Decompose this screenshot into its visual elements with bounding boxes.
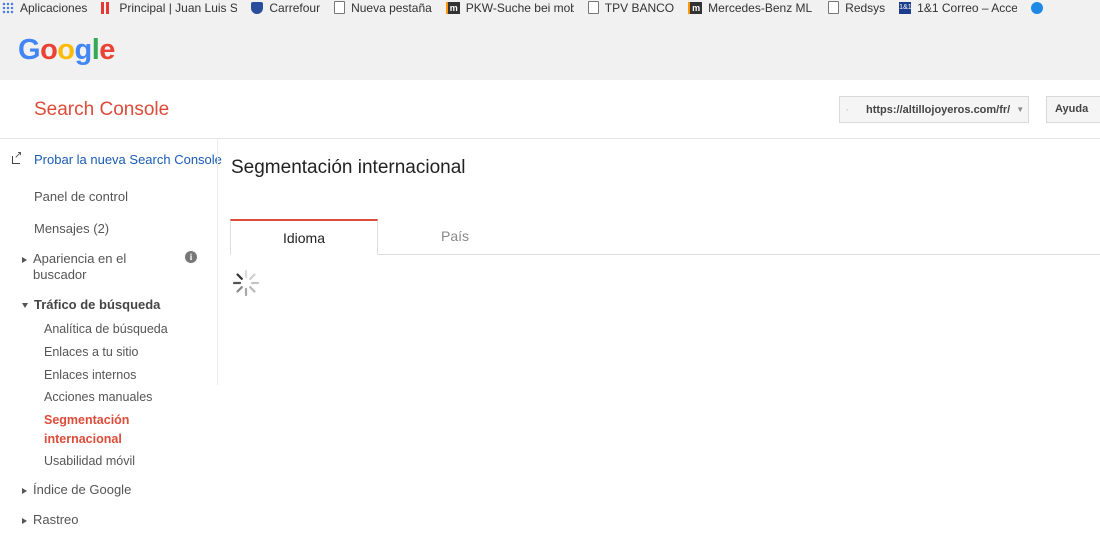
page-title: Segmentación internacional xyxy=(231,157,466,178)
bookmark-tpv-banco[interactable]: TPV BANCO xyxy=(587,1,674,15)
site-favicon-icon: · xyxy=(846,104,849,115)
sidebar-item-google-index[interactable]: Índice de Google xyxy=(22,482,131,497)
info-icon[interactable]: i xyxy=(185,251,197,263)
property-url: https://altillojoyeros.com/fr/ xyxy=(866,103,1011,116)
sidebar: Probar la nueva Search Console Panel de … xyxy=(0,139,222,535)
sidebar-item-search-analytics[interactable]: Analítica de búsqueda xyxy=(44,322,168,336)
search-console-title[interactable]: Search Console xyxy=(34,99,169,121)
juan-luis-favicon-icon xyxy=(101,1,114,14)
sidebar-item-internal-links[interactable]: Enlaces internos xyxy=(44,368,136,382)
tab-country[interactable]: País xyxy=(381,219,529,253)
sidebar-item-dashboard[interactable]: Panel de control xyxy=(34,189,128,204)
expand-arrow-icon xyxy=(22,487,27,494)
sidebar-item-manual-actions[interactable]: Acciones manuales xyxy=(44,390,152,404)
sidebar-item-international-targeting[interactable]: Segmentación internacional xyxy=(44,411,129,449)
sidebar-item-mobile-usability[interactable]: Usabilidad móvil xyxy=(44,454,135,468)
sidebar-divider xyxy=(217,139,218,385)
sidebar-item-search-appearance[interactable]: Apariencia en el buscador xyxy=(22,251,126,283)
bookmarks-bar: Aplicaciones Principal | Juan Luis S Car… xyxy=(0,0,1100,15)
mobile-de-icon: m xyxy=(445,1,460,14)
tab-language[interactable]: Idioma xyxy=(230,219,378,255)
help-button[interactable]: Ayuda xyxy=(1046,96,1100,123)
mobile-de-icon: m xyxy=(688,1,703,14)
page-icon xyxy=(587,1,599,14)
apps-grid-icon xyxy=(2,1,14,14)
page-icon xyxy=(334,1,346,14)
sidebar-item-messages[interactable]: Mensajes (2) xyxy=(34,221,109,236)
bookmark-redsys[interactable]: Redsys xyxy=(828,1,885,15)
expand-arrow-icon xyxy=(22,256,27,263)
bookmark-apps[interactable]: Aplicaciones xyxy=(2,1,87,15)
bookmark-new-tab[interactable]: Nueva pestaña xyxy=(334,1,432,15)
loading-spinner-icon xyxy=(232,269,260,297)
try-new-search-console-link[interactable]: Probar la nueva Search Console xyxy=(12,150,222,167)
collapse-arrow-icon xyxy=(22,303,28,309)
sidebar-item-links-to-site[interactable]: Enlaces a tu sitio xyxy=(44,345,139,359)
expand-arrow-icon xyxy=(22,517,27,524)
bookmark-carrefour[interactable]: Carrefour xyxy=(251,1,320,15)
bookmark-globe[interactable] xyxy=(1031,1,1049,14)
sidebar-item-search-traffic[interactable]: Tráfico de búsqueda xyxy=(22,297,160,312)
carrefour-shield-icon xyxy=(251,1,264,14)
sidebar-item-crawl[interactable]: Rastreo xyxy=(22,512,79,527)
bookmark-mercedes[interactable]: m Mercedes-Benz ML 2 xyxy=(688,1,814,15)
google-logo[interactable]: Google xyxy=(18,34,115,67)
chevron-down-icon: ▼ xyxy=(1016,105,1025,114)
search-console-bar: Search Console · https://altillojoyeros.… xyxy=(0,80,1100,139)
page-icon xyxy=(828,1,840,14)
bookmark-pkw-suche[interactable]: m PKW-Suche bei mob xyxy=(445,1,574,15)
globe-icon xyxy=(1031,1,1044,14)
google-header: Google xyxy=(0,15,1100,80)
1and1-icon: 1&1 xyxy=(899,1,912,14)
bookmark-1and1[interactable]: 1&1 1&1 Correo – Acceso xyxy=(899,1,1017,15)
external-link-icon xyxy=(12,150,23,165)
tab-bar: Idioma País xyxy=(230,219,1100,255)
bookmark-principal[interactable]: Principal | Juan Luis S xyxy=(101,1,237,15)
property-selector[interactable]: · https://altillojoyeros.com/fr/ ▼ xyxy=(839,96,1029,123)
